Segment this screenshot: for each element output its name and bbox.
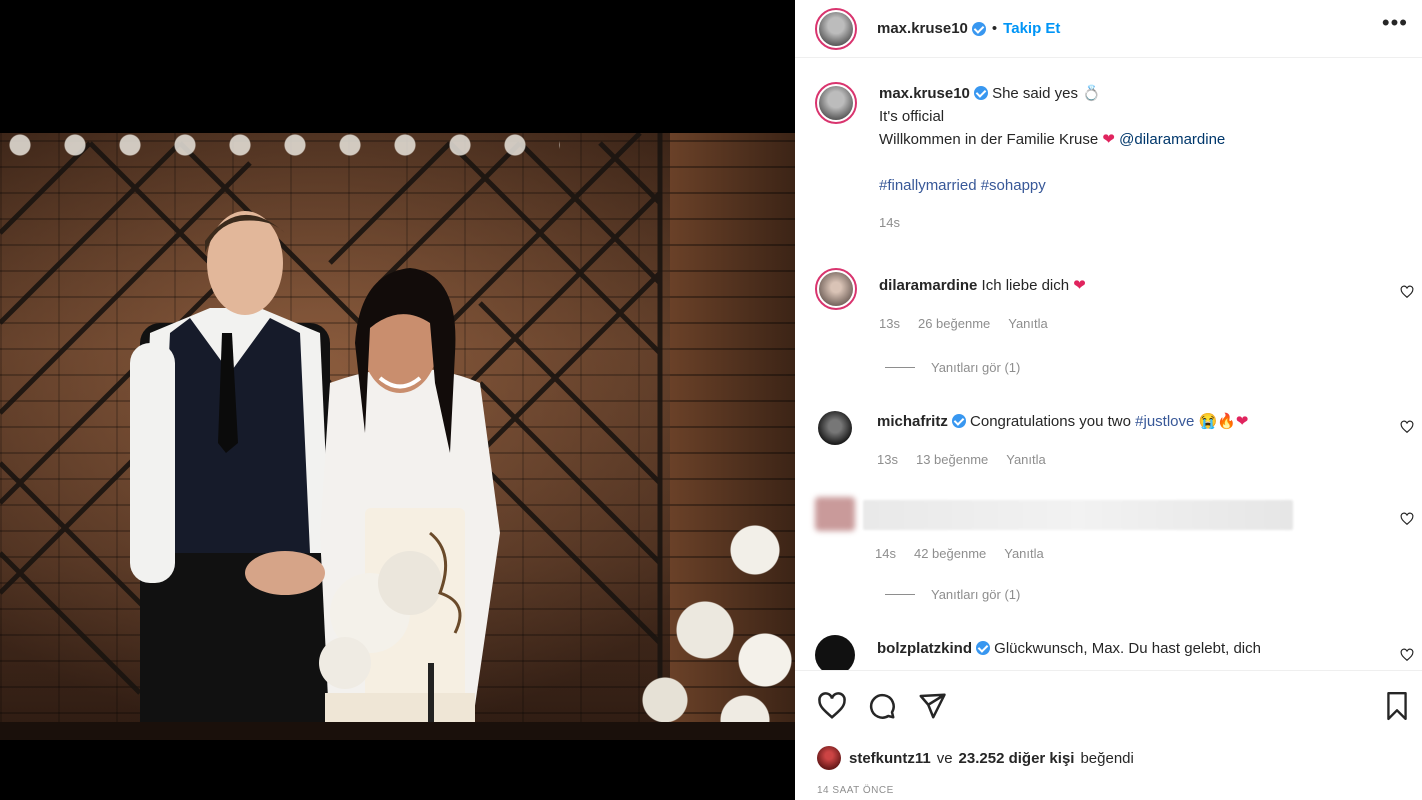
- view-replies-label: Yanıtları gör (1): [931, 587, 1021, 602]
- caption-author-avatar[interactable]: [815, 82, 857, 124]
- view-replies-button[interactable]: Yanıtları gör (1): [885, 360, 1020, 375]
- comment-likes[interactable]: 26 beğenme: [918, 314, 990, 334]
- heart-emoji-icon: ❤: [1102, 131, 1115, 148]
- post-time-ago: 14 SAAT ÖNCE: [817, 785, 894, 796]
- comment-text: Congratulations you two: [970, 413, 1131, 430]
- blurred-avatar: [815, 494, 855, 534]
- likes-summary: stefkuntz11 ve 23.252 diğer kişi beğendi: [817, 746, 1134, 770]
- others-count[interactable]: 23.252 diğer kişi: [959, 750, 1075, 767]
- emoji-icons: 😭🔥❤: [1198, 413, 1249, 430]
- bookmark-icon[interactable]: [1384, 691, 1410, 721]
- liker-avatar[interactable]: [817, 746, 841, 770]
- comment-text: Ich liebe dich: [981, 277, 1070, 294]
- comment-item: michafritz Congratulations you two #just…: [815, 408, 1415, 470]
- follow-button[interactable]: Takip Et: [1003, 20, 1060, 37]
- flower-arrangement: [595, 510, 795, 740]
- verified-badge-icon: [951, 414, 966, 428]
- comment-likes[interactable]: 13 beğenme: [916, 450, 988, 470]
- verified-badge-icon: [971, 21, 986, 36]
- table-edge: [0, 722, 795, 740]
- caption-time: 14s: [879, 215, 900, 230]
- comment-item: dilaramardine Ich liebe dich ❤ 13s 26 be…: [815, 268, 1415, 334]
- commenter-username[interactable]: dilaramardine: [879, 277, 977, 294]
- caption: max.kruse10 She said yes 💍 It's official…: [815, 82, 1405, 234]
- groom-figure: [130, 211, 330, 740]
- wedding-photo[interactable]: [0, 133, 795, 740]
- comment-time: 13s: [877, 452, 898, 467]
- reply-button[interactable]: Yanıtla: [1008, 314, 1048, 334]
- comment-bubble-icon[interactable]: [867, 691, 897, 721]
- liker-username[interactable]: stefkuntz11: [849, 750, 931, 767]
- caption-line-1: She said yes 💍: [992, 85, 1101, 102]
- comment-text: Glückwunsch, Max. Du hast gelebt, dich: [994, 640, 1261, 657]
- heart-icon[interactable]: [1400, 420, 1414, 434]
- author-username[interactable]: max.kruse10: [877, 20, 968, 37]
- reply-button[interactable]: Yanıtla: [1004, 544, 1044, 564]
- view-replies-label: Yanıtları gör (1): [931, 360, 1021, 375]
- commenter-username[interactable]: michafritz: [877, 413, 948, 430]
- commenter-avatar[interactable]: [815, 635, 855, 675]
- post-image-pane: [0, 0, 795, 800]
- reply-button[interactable]: Yanıtla: [1006, 450, 1046, 470]
- verified-badge-icon: [976, 641, 990, 655]
- post-header: max.kruse10 • Takip Et •••: [795, 0, 1422, 58]
- like-heart-icon[interactable]: [817, 691, 847, 721]
- comment-item: bolzplatzkind Glückwunsch, Max. Du hast …: [815, 635, 1415, 675]
- comment-likes[interactable]: 42 beğenme: [914, 544, 986, 564]
- and-text: ve: [936, 749, 953, 767]
- author-avatar[interactable]: [815, 7, 857, 50]
- post-details-pane: max.kruse10 • Takip Et ••• max.kruse10 S…: [795, 0, 1422, 800]
- comment-time: 13s: [879, 316, 900, 331]
- blurred-comment-text: [863, 500, 1293, 530]
- caption-line-3: Willkommen in der Familie Kruse: [879, 131, 1099, 148]
- heart-icon[interactable]: [1400, 648, 1414, 662]
- hashtag-link[interactable]: #justlove: [1135, 413, 1194, 430]
- heart-icon[interactable]: [1400, 512, 1414, 526]
- more-options-icon[interactable]: •••: [1382, 10, 1408, 36]
- comment-time: 14s: [875, 546, 896, 561]
- commenter-avatar[interactable]: [815, 268, 857, 310]
- heart-emoji-icon: ❤: [1073, 277, 1086, 294]
- caption-author-username[interactable]: max.kruse10: [879, 85, 970, 102]
- view-replies-button[interactable]: Yanıtları gör (1): [885, 587, 1020, 602]
- share-send-icon[interactable]: [917, 691, 947, 721]
- comment-item: 14s 42 beğenme Yanıtla: [815, 494, 1415, 564]
- mention-link[interactable]: @dilaramardine: [1119, 131, 1225, 148]
- commenter-avatar[interactable]: [815, 408, 855, 448]
- caption-line-2: It's official: [879, 108, 945, 125]
- verified-badge-icon: [973, 86, 988, 100]
- flower-garland: [0, 133, 560, 163]
- heart-icon[interactable]: [1400, 285, 1414, 299]
- separator-dot: •: [991, 20, 998, 37]
- liked-text: beğendi: [1080, 749, 1134, 767]
- post-actions-bar: stefkuntz11 ve 23.252 diğer kişi beğendi…: [795, 670, 1422, 800]
- commenter-username[interactable]: bolzplatzkind: [877, 640, 972, 657]
- hashtags-link[interactable]: #finallymarried #sohappy: [879, 174, 1225, 197]
